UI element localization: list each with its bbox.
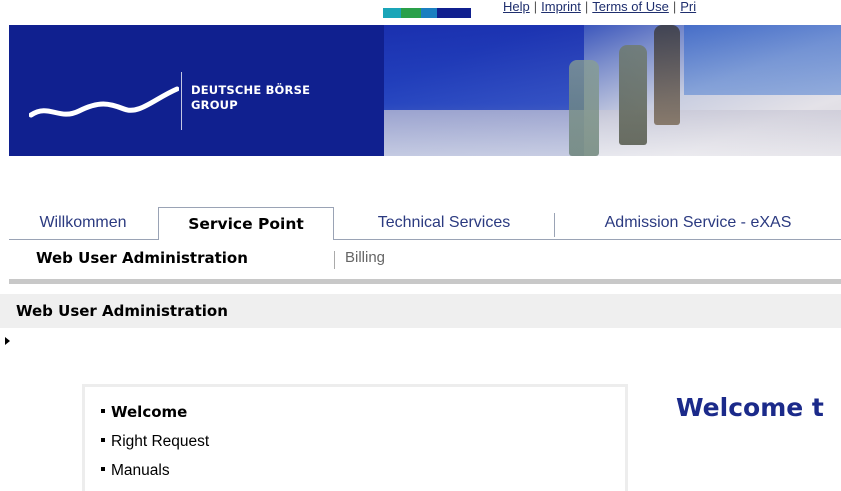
menu-item-manuals[interactable]: Manuals xyxy=(101,456,209,485)
section-header: Web User Administration xyxy=(0,294,841,328)
terms-of-use-link[interactable]: Terms of Use xyxy=(592,0,669,14)
logo-divider xyxy=(181,72,182,130)
square-bullet-icon xyxy=(101,408,105,413)
subnav-divider xyxy=(9,279,841,284)
square-bullet-icon xyxy=(101,437,105,442)
subnav-separator xyxy=(334,251,335,269)
tab-admission-service-exas[interactable]: Admission Service - eXAS xyxy=(555,207,841,239)
logo[interactable]: DEUTSCHE BÖRSE GROUP xyxy=(9,25,384,156)
privacy-link[interactable]: Pri xyxy=(680,0,696,14)
square-bullet-icon xyxy=(101,466,105,471)
top-utility-bar: Help | Imprint | Terms of Use | Pri xyxy=(0,0,841,18)
menu-item-right-request[interactable]: Right Request xyxy=(101,427,209,456)
header-banner: DEUTSCHE BÖRSE GROUP xyxy=(9,25,841,156)
tab-willkommen[interactable]: Willkommen xyxy=(9,207,157,239)
brand-color-stripe xyxy=(383,8,471,18)
page-heading: Welcome t xyxy=(676,393,824,422)
brand-line-2: GROUP xyxy=(191,98,238,112)
menu-item-welcome[interactable]: Welcome xyxy=(101,398,209,427)
main-tabs: Willkommen Service Point Technical Servi… xyxy=(9,207,841,240)
section-title: Web User Administration xyxy=(16,302,228,320)
brand-line-1: DEUTSCHE BÖRSE xyxy=(191,83,311,97)
tab-technical-services[interactable]: Technical Services xyxy=(335,207,553,239)
deutsche-boerse-wave-logo-icon xyxy=(29,86,179,118)
subnav-web-user-administration[interactable]: Web User Administration xyxy=(36,249,248,267)
sub-navigation: Web User Administration Billing xyxy=(9,240,841,278)
tab-service-point[interactable]: Service Point xyxy=(158,207,334,240)
utility-links: Help | Imprint | Terms of Use | Pri xyxy=(503,0,697,14)
subnav-billing[interactable]: Billing xyxy=(345,249,385,266)
help-link[interactable]: Help xyxy=(503,0,530,14)
page: Help | Imprint | Terms of Use | Pri DEUTSCHE B… xyxy=(0,0,841,491)
left-menu: Welcome Right Request Manuals xyxy=(82,384,628,491)
triangle-right-icon xyxy=(5,337,10,345)
imprint-link[interactable]: Imprint xyxy=(541,0,581,14)
brand-name: DEUTSCHE BÖRSE GROUP xyxy=(191,83,310,113)
header-photo xyxy=(384,25,841,156)
